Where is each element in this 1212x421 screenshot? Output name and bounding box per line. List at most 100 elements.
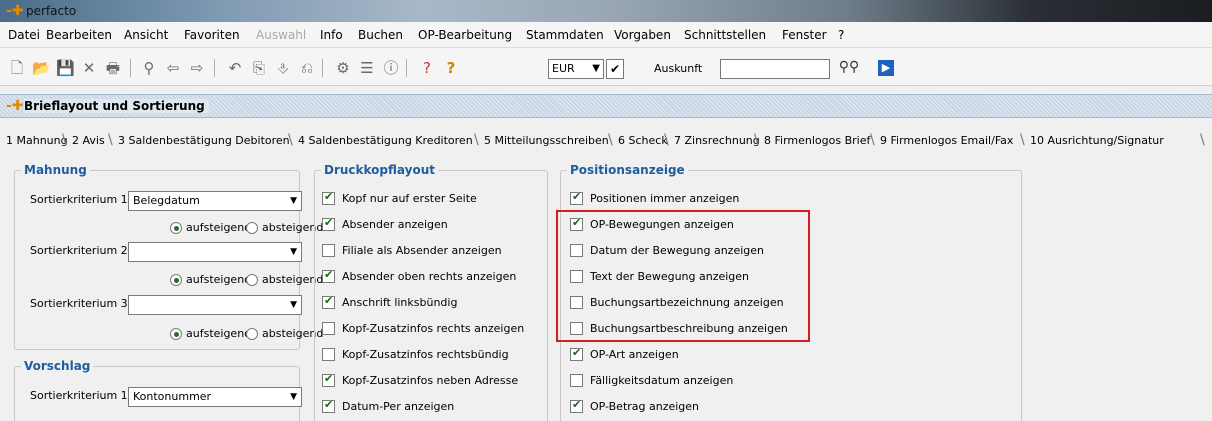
tab-firmenlogos-brief[interactable]: 8 Firmenlogos Brief: [764, 134, 870, 147]
menu-schnittstellen[interactable]: Schnittstellen: [684, 28, 766, 42]
menu-fenster[interactable]: Fenster: [782, 28, 827, 42]
open-folder-icon[interactable]: 📂: [32, 59, 51, 77]
tab-saldenbestaetigung-kreditoren[interactable]: 4 Saldenbestätigung Kreditoren: [298, 134, 473, 147]
druckkopf-checkbox[interactable]: [322, 216, 335, 231]
forward-arrow-icon[interactable]: ⇨: [188, 59, 206, 77]
vorschlag-sort-1-select[interactable]: Kontonummer ▼: [128, 387, 302, 407]
druckkopf-checkbox-label: Anschrift linksbündig: [342, 296, 458, 309]
druckkopf-checkbox-label: Absender oben rechts anzeigen: [342, 270, 517, 283]
chevron-down-icon: ▼: [592, 63, 600, 74]
search-binoculars-icon[interactable]: ⚲: [140, 59, 158, 77]
positionen-checkbox[interactable]: [570, 190, 583, 205]
druckkopf-checkbox-label: Kopf-Zusatzinfos rechtsbündig: [342, 348, 509, 361]
chevron-down-icon: ▼: [290, 392, 297, 402]
mahnung-sort-3-asc-radio[interactable]: [170, 328, 182, 340]
tab-mitteilungsschreiben[interactable]: 5 Mitteilungsschreiben: [484, 134, 609, 147]
positionsanzeige-legend: Positionsanzeige: [567, 163, 688, 177]
list-icon[interactable]: ☰: [358, 59, 376, 77]
paste-icon[interactable]: ⎀: [274, 59, 292, 77]
new-document-icon[interactable]: 🗋: [8, 59, 26, 77]
title-bar: -✚ perfacto: [0, 0, 1212, 22]
druckkopflayout-legend: Druckkopflayout: [321, 163, 438, 177]
menu-buchen[interactable]: Buchen: [358, 28, 403, 42]
positionen-checkbox[interactable]: [570, 346, 583, 361]
mahnung-sort-1-select[interactable]: Belegdatum ▼: [128, 191, 302, 211]
druckkopf-checkbox[interactable]: [322, 268, 335, 283]
tab-avis[interactable]: 2 Avis: [72, 134, 105, 147]
aufsteigend-label: aufsteigend: [186, 221, 252, 234]
tab-bar: 1 Mahnung \ 2 Avis \ 3 Saldenbestätigung…: [0, 128, 1212, 150]
menu-stammdaten[interactable]: Stammdaten: [526, 28, 604, 42]
currency-confirm-button[interactable]: ✔: [606, 59, 624, 79]
druckkopf-checkbox-label: Datum-Per anzeigen: [342, 400, 455, 413]
druckkopf-checkbox[interactable]: [322, 294, 335, 309]
mahnung-sort-1-desc-radio[interactable]: [246, 222, 258, 234]
window-header: -✚ Brieflayout und Sortierung: [0, 94, 1212, 118]
close-icon[interactable]: ✕: [80, 59, 98, 77]
format-icon[interactable]: ⎌: [298, 59, 316, 77]
app-icon: -✚: [6, 3, 24, 19]
tab-zinsrechnung[interactable]: 7 Zinsrechnung: [674, 134, 760, 147]
aufsteigend-label: aufsteigend: [186, 327, 252, 340]
druckkopf-checkbox[interactable]: [322, 398, 335, 413]
positionen-checkbox-label: OP-Betrag anzeigen: [590, 400, 700, 413]
menu-ansicht[interactable]: Ansicht: [124, 28, 168, 42]
menu-auswahl[interactable]: Auswahl: [256, 28, 306, 42]
aufsteigend-label: aufsteigend: [186, 273, 252, 286]
druckkopf-checkbox[interactable]: [322, 372, 335, 387]
menu-datei[interactable]: Datei: [8, 28, 40, 42]
copy-icon[interactable]: ⎘: [250, 59, 268, 77]
menu-help[interactable]: ?: [838, 28, 844, 42]
vorschlag-sortierkriterium-1-label: Sortierkriterium 1: [30, 389, 128, 402]
undo-icon[interactable]: ↶: [226, 59, 244, 77]
tab-firmenlogos-email-fax[interactable]: 9 Firmenlogos Email/Fax: [880, 134, 1013, 147]
auskunft-input[interactable]: [720, 59, 830, 79]
positionen-checkbox[interactable]: [570, 398, 583, 413]
sortierkriterium-3-label: Sortierkriterium 3: [30, 297, 128, 310]
info-icon[interactable]: ⓘ: [382, 59, 400, 77]
tab-ausrichtung-signatur[interactable]: 10 Ausrichtung/Signatur: [1030, 134, 1164, 147]
druckkopf-checkbox[interactable]: [322, 322, 335, 335]
back-arrow-icon[interactable]: ⇦: [164, 59, 182, 77]
auskunft-label: Auskunft: [654, 62, 703, 75]
window-icon: -✚: [6, 98, 24, 114]
toolbar: 🗋 📂 💾 ✕ 🖶 ⚲ ⇦ ⇨ ↶ ⎘ ⎀ ⎌ ⚙ ☰ ⓘ ? ? EUR ▼ …: [0, 48, 1212, 86]
chevron-down-icon: ▼: [290, 247, 297, 257]
help-icon[interactable]: ?: [442, 59, 460, 77]
menu-vorgaben[interactable]: Vorgaben: [614, 28, 671, 42]
druckkopf-checkbox[interactable]: [322, 190, 335, 205]
druckkopf-checkbox-label: Kopf nur auf erster Seite: [342, 192, 477, 205]
menu-favoriten[interactable]: Favoriten: [184, 28, 240, 42]
sortierkriterium-2-label: Sortierkriterium 2: [30, 244, 128, 257]
goto-next-icon[interactable]: ▶: [878, 60, 894, 76]
mahnung-legend: Mahnung: [21, 163, 90, 177]
mahnung-sort-3-desc-radio[interactable]: [246, 328, 258, 340]
binoculars-icon[interactable]: ⚲⚲: [838, 59, 860, 79]
currency-select[interactable]: EUR ▼: [548, 59, 604, 79]
druckkopf-checkbox-label: Filiale als Absender anzeigen: [342, 244, 502, 257]
chevron-down-icon: ▼: [290, 196, 297, 206]
context-help-icon[interactable]: ?: [418, 59, 436, 77]
mahnung-sort-2-select[interactable]: ▼: [128, 242, 302, 262]
tab-saldenbestaetigung-debitoren[interactable]: 3 Saldenbestätigung Debitoren: [118, 134, 290, 147]
settings-icon[interactable]: ⚙: [334, 59, 352, 77]
tab-mahnung[interactable]: 1 Mahnung: [6, 134, 68, 147]
mahnung-sort-2-desc-radio[interactable]: [246, 274, 258, 286]
druckkopf-checkbox[interactable]: [322, 244, 335, 257]
toolbar-separator: [406, 59, 407, 77]
save-icon[interactable]: 💾: [56, 59, 75, 77]
druckkopf-checkbox[interactable]: [322, 348, 335, 361]
positionen-checkbox[interactable]: [570, 374, 583, 387]
tab-scheck[interactable]: 6 Scheck: [618, 134, 668, 147]
positionen-checkbox-label: OP-Art anzeigen: [590, 348, 679, 361]
print-icon[interactable]: 🖶: [104, 59, 122, 77]
mahnung-sort-1-asc-radio[interactable]: [170, 222, 182, 234]
menu-op-bearbeitung[interactable]: OP-Bearbeitung: [418, 28, 512, 42]
toolbar-separator: [214, 59, 215, 77]
positionen-checkbox-label: Fälligkeitsdatum anzeigen: [590, 374, 734, 387]
menu-info[interactable]: Info: [320, 28, 343, 42]
mahnung-sort-2-asc-radio[interactable]: [170, 274, 182, 286]
sortierkriterium-1-label: Sortierkriterium 1: [30, 193, 128, 206]
mahnung-sort-3-select[interactable]: ▼: [128, 295, 302, 315]
menu-bearbeiten[interactable]: Bearbeiten: [46, 28, 112, 42]
